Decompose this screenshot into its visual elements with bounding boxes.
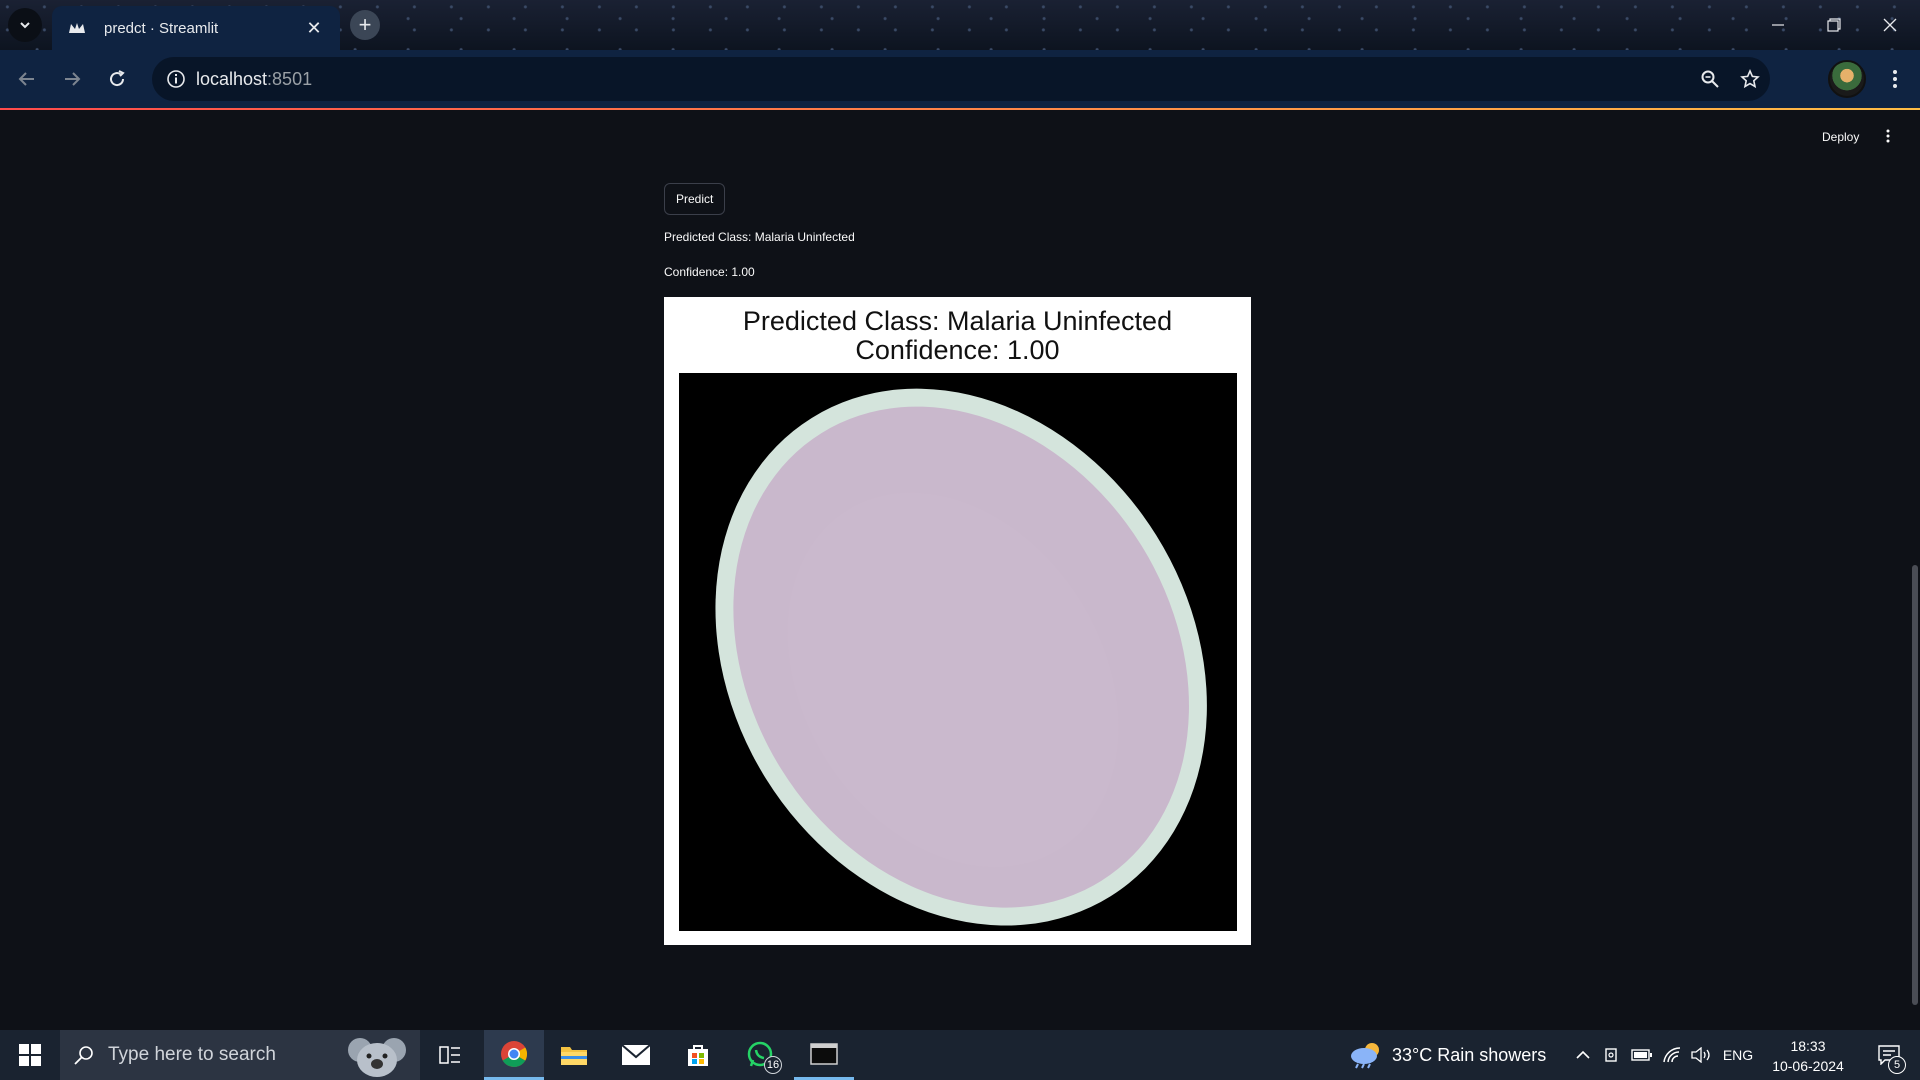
site-info-icon[interactable]	[162, 65, 190, 93]
mail-icon	[621, 1044, 651, 1065]
figure-title-line1: Predicted Class: Malaria Uninfected	[742, 306, 1173, 336]
url-port: :8501	[267, 69, 313, 89]
terminal-button[interactable]	[794, 1030, 854, 1080]
forward-button[interactable]	[55, 62, 89, 96]
file-explorer-button[interactable]	[544, 1030, 604, 1080]
volume-button[interactable]	[1688, 1030, 1716, 1080]
search-placeholder: Type here to search	[108, 1044, 276, 1065]
deploy-button[interactable]: Deploy	[1822, 130, 1859, 144]
task-view-icon	[439, 1046, 460, 1064]
camera-icon	[1605, 1048, 1617, 1062]
weather-widget[interactable]: 33°C Rain showers	[1348, 1030, 1546, 1080]
notification-center-button[interactable]: 5	[1864, 1030, 1914, 1080]
app-menu-button[interactable]	[1880, 126, 1896, 146]
back-button[interactable]	[10, 62, 44, 96]
minimize-button[interactable]	[1750, 0, 1806, 50]
address-bar[interactable]: localhost:8501	[152, 57, 1770, 101]
tab-search-button[interactable]	[8, 8, 42, 42]
browser-menu-button[interactable]	[1880, 62, 1910, 96]
figure-title: Predicted Class: Malaria Uninfected Conf…	[664, 307, 1251, 365]
notification-count: 5	[1888, 1056, 1906, 1074]
browser-toolbar: localhost:8501	[0, 50, 1920, 108]
url-host: localhost	[196, 69, 268, 89]
chevron-down-icon	[20, 22, 30, 29]
prediction-figure: Predicted Class: Malaria Uninfected Conf…	[664, 297, 1251, 945]
taskbar-search-box[interactable]: Type here to search	[60, 1030, 420, 1080]
battery-icon	[1631, 1049, 1652, 1061]
cell-image	[679, 373, 1237, 931]
koala-highlight-icon	[348, 1038, 406, 1077]
minimize-icon	[1772, 24, 1784, 26]
weather-text: 33°C Rain showers	[1392, 1044, 1547, 1065]
arrow-left-icon	[18, 72, 34, 86]
language-indicator[interactable]: ENG	[1718, 1030, 1758, 1080]
chevron-up-icon	[1576, 1050, 1590, 1059]
tab-title: predct · Streamlit	[104, 19, 219, 37]
windows-logo-icon	[19, 1044, 41, 1066]
tray-overflow-button[interactable]	[1568, 1030, 1598, 1080]
folder-icon	[561, 1047, 587, 1065]
figure-title-line2: Confidence: 1.00	[855, 335, 1060, 365]
search-icon	[60, 1030, 108, 1080]
confidence-text: Confidence: 1.00	[664, 265, 755, 279]
task-view-button[interactable]	[420, 1030, 480, 1080]
new-tab-button[interactable]: +	[350, 10, 380, 40]
restore-button[interactable]	[1806, 0, 1862, 50]
clock-date: 10-06-2024	[1772, 1058, 1844, 1074]
windows-taskbar: Type here to search 16 33°C Rain showers…	[0, 1030, 1920, 1080]
close-icon	[1883, 18, 1897, 32]
terminal-icon	[810, 1042, 838, 1065]
mail-button[interactable]	[606, 1030, 666, 1080]
predict-button[interactable]: Predict	[664, 183, 726, 215]
rain-cloud-icon	[1351, 1043, 1379, 1069]
reload-button[interactable]	[100, 62, 134, 96]
browser-tab[interactable]: predct · Streamlit ✕	[52, 6, 340, 50]
battery-button[interactable]	[1628, 1030, 1656, 1080]
page-scrollbar[interactable]	[1912, 565, 1918, 1005]
chrome-icon	[501, 1040, 528, 1067]
chrome-taskbar-button[interactable]	[484, 1030, 544, 1080]
store-icon	[688, 1045, 708, 1066]
whatsapp-button[interactable]: 16	[730, 1030, 790, 1080]
vertical-dots-icon	[1893, 70, 1897, 88]
wifi-icon	[1663, 1047, 1681, 1063]
tab-close-icon[interactable]: ✕	[304, 18, 324, 39]
network-button[interactable]	[1658, 1030, 1686, 1080]
streamlit-app: Deploy Predict Predicted Class: Malaria …	[0, 110, 1920, 1030]
restore-icon	[1827, 18, 1841, 32]
bookmark-star-icon[interactable]	[1736, 65, 1764, 93]
profile-avatar[interactable]	[1828, 60, 1866, 98]
store-button[interactable]	[668, 1030, 728, 1080]
url-text[interactable]: localhost:8501	[196, 69, 312, 90]
close-window-button[interactable]	[1862, 0, 1918, 50]
streamlit-crown-icon	[69, 23, 85, 33]
cell-image-svg	[679, 373, 1237, 931]
zoom-icon[interactable]	[1696, 65, 1724, 93]
whatsapp-badge: 16	[764, 1056, 782, 1074]
predicted-class-text: Predicted Class: Malaria Uninfected	[664, 230, 855, 244]
clock-time: 18:33	[1790, 1038, 1826, 1054]
start-button[interactable]	[0, 1030, 60, 1080]
vertical-dots-icon	[1886, 129, 1890, 143]
reload-icon	[110, 70, 125, 87]
taskbar-clock[interactable]: 18:33 10-06-2024	[1770, 1036, 1846, 1076]
speaker-icon	[1691, 1047, 1710, 1063]
browser-titlebar: predct · Streamlit ✕ +	[0, 0, 1920, 50]
arrow-right-icon	[65, 72, 81, 86]
meet-now-button[interactable]	[1600, 1030, 1626, 1080]
